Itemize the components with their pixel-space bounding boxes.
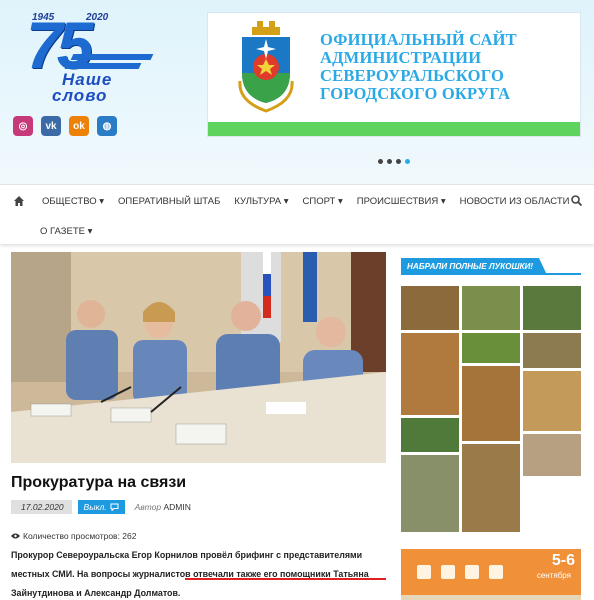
- ad-strip: [401, 595, 581, 600]
- comments-label: Выкл.: [83, 502, 107, 512]
- gallery-photo[interactable]: [523, 371, 581, 431]
- eye-icon: [11, 533, 20, 539]
- ad-banner[interactable]: 5-6 сентября: [401, 549, 581, 600]
- slider-dot[interactable]: [387, 159, 392, 164]
- highlight-underline: [185, 578, 386, 580]
- ad-month: сентября: [536, 571, 571, 580]
- comments-badge[interactable]: Выкл.: [77, 500, 125, 514]
- nav-item-sport[interactable]: СПОРТ ▾: [303, 196, 343, 207]
- ad-logo: [465, 565, 479, 579]
- nav-item-incidents[interactable]: ПРОИСШЕСТВИЯ ▾: [357, 196, 446, 207]
- gallery-photo[interactable]: [401, 333, 459, 415]
- ad-logos: [417, 565, 503, 579]
- sidebar-widget-title[interactable]: НАБРАЛИ ПОЛНЫЕ ЛУКОШКИ!: [401, 258, 548, 275]
- nav-item-headquarters[interactable]: ОПЕРАТИВНЫЙ ШТАБ: [118, 196, 220, 207]
- admin-site-banner[interactable]: ОФИЦИАЛЬНЫЙ САЙТ АДМИНИСТРАЦИИ СЕВЕРОУРА…: [207, 12, 581, 137]
- article-photo[interactable]: [11, 252, 386, 463]
- author-name[interactable]: ADMIN: [163, 502, 190, 512]
- gallery-photo[interactable]: [462, 366, 520, 441]
- main-navigation: ОБЩЕСТВО ▾ ОПЕРАТИВНЫЙ ШТАБ КУЛЬТУРА ▾ С…: [0, 184, 594, 244]
- nav-item-culture[interactable]: КУЛЬТУРА ▾: [234, 196, 288, 207]
- article-photo-illustration: [11, 252, 386, 463]
- site-logo[interactable]: 1945 2020 75 Наше слово: [10, 10, 160, 106]
- gallery-photo[interactable]: [401, 286, 459, 330]
- views-counter: Количество просмотров: 262: [11, 531, 136, 541]
- date-badge: 17.02.2020: [11, 500, 72, 514]
- search-icon[interactable]: [571, 195, 582, 206]
- home-icon[interactable]: [14, 196, 24, 206]
- gallery-photo[interactable]: [462, 286, 520, 330]
- author-prefix: Автор: [134, 502, 162, 512]
- article-title[interactable]: Прокуратура на связи: [11, 474, 186, 492]
- logo-line2: слово: [52, 86, 108, 105]
- instagram-icon[interactable]: ◎: [13, 116, 33, 136]
- nav-item-about[interactable]: О ГАЗЕТЕ ▾: [40, 226, 92, 237]
- vk-icon[interactable]: vk: [41, 116, 61, 136]
- logo-year-end: 2020: [86, 12, 109, 23]
- nav-item-society[interactable]: ОБЩЕСТВО ▾: [42, 196, 104, 207]
- ad-logo: [417, 565, 431, 579]
- article-excerpt: Прокурор Североуральска Егор Корнилов пр…: [11, 550, 369, 598]
- banner-text: ОФИЦИАЛЬНЫЙ САЙТ АДМИНИСТРАЦИИ СЕВЕРОУРА…: [320, 31, 570, 103]
- ad-date: 5-6: [551, 552, 575, 569]
- site-header: 1945 2020 75 Наше слово ◎ vk ok ◍ ОФИЦИА…: [0, 0, 594, 184]
- ad-logo: [489, 565, 503, 579]
- gallery-photo[interactable]: [523, 434, 581, 476]
- slider-dot[interactable]: [378, 159, 383, 164]
- logo-stripe-1: [70, 54, 154, 60]
- gallery-photo[interactable]: [523, 333, 581, 368]
- article-meta: 17.02.2020 Выкл. Автор ADMIN: [11, 500, 191, 514]
- author-line: Автор ADMIN: [135, 502, 191, 512]
- slider-dot-active[interactable]: [405, 159, 410, 164]
- banner-line-1: ОФИЦИАЛЬНЫЙ САЙТ: [320, 30, 517, 49]
- logo-stripe-2: [64, 63, 142, 69]
- social-links: ◎ vk ok ◍: [13, 116, 117, 136]
- globe-icon[interactable]: ◍: [97, 116, 117, 136]
- nav-row-2: О ГАЗЕТЕ ▾: [40, 216, 106, 246]
- banner-line-4: ГОРОДСКОГО ОКРУГА: [320, 84, 511, 103]
- sidebar-widget-header: НАБРАЛИ ПОЛНЫЕ ЛУКОШКИ!: [401, 258, 581, 275]
- slider-dot[interactable]: [396, 159, 401, 164]
- photo-gallery: [401, 286, 581, 532]
- gallery-photo[interactable]: [462, 333, 520, 363]
- nav-item-region-news[interactable]: НОВОСТИ ИЗ ОБЛАСТИ: [460, 196, 570, 207]
- banner-line-2: АДМИНИСТРАЦИИ: [320, 48, 482, 67]
- slider-dots: [378, 159, 410, 164]
- views-text: Количество просмотров: 262: [23, 531, 137, 541]
- banner-green-bar: [208, 122, 580, 136]
- coat-of-arms-icon: [238, 21, 294, 113]
- gallery-photo[interactable]: [401, 418, 459, 452]
- gallery-photo[interactable]: [523, 286, 581, 330]
- odnoklassniki-icon[interactable]: ok: [69, 116, 89, 136]
- comments-icon: [110, 503, 119, 511]
- ad-logo: [441, 565, 455, 579]
- gallery-photo[interactable]: [462, 444, 520, 532]
- gallery-photo[interactable]: [401, 455, 459, 532]
- banner-line-3: СЕВЕРОУРАЛЬСКОГО: [320, 66, 505, 85]
- nav-row-1: ОБЩЕСТВО ▾ ОПЕРАТИВНЫЙ ШТАБ КУЛЬТУРА ▾ С…: [0, 186, 583, 216]
